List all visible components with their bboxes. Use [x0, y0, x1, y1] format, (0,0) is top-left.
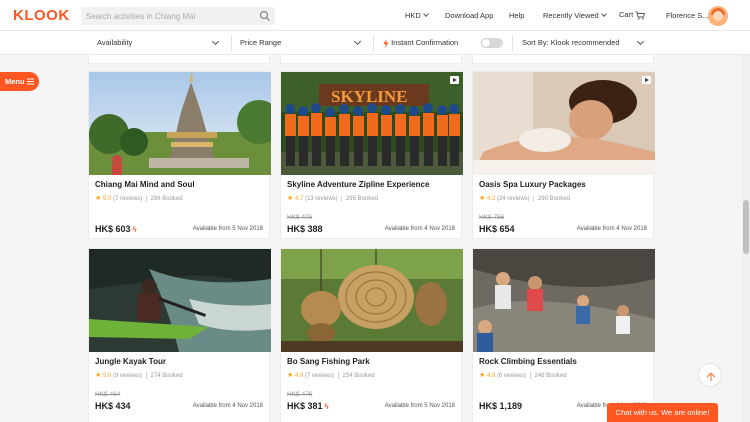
- card-availability: Available from 4 Nov 2018: [576, 226, 647, 232]
- activity-card[interactable]: Rock Climbing Essentials ★ 4.8 (6 review…: [472, 248, 655, 422]
- activity-photo[interactable]: [473, 249, 655, 352]
- lightning-icon: ϟ: [132, 225, 137, 234]
- card-availability: Available from 5 Nov 2018: [384, 403, 455, 409]
- star-icon: ★: [95, 195, 102, 202]
- card-title[interactable]: Chiang Mai Mind and Soul: [95, 180, 195, 189]
- card-title[interactable]: Bo Sang Fishing Park: [287, 357, 370, 366]
- card-remnant: [472, 55, 654, 64]
- recently-viewed-menu[interactable]: Recently Viewed: [543, 11, 607, 20]
- chevron-down-icon: [211, 37, 220, 46]
- help-link[interactable]: Help: [509, 11, 524, 20]
- card-remnant: [88, 55, 270, 64]
- card-title[interactable]: Jungle Kayak Tour: [95, 357, 166, 366]
- activity-card[interactable]: Jungle Kayak Tour ★ 5.0 (9 reviews) | 27…: [88, 248, 271, 422]
- activity-card[interactable]: Oasis Spa Luxury Packages ★ 4.2 (24 revi…: [472, 71, 655, 239]
- user-name[interactable]: Florence S...: [666, 11, 709, 20]
- video-icon: [450, 76, 459, 84]
- divider: [231, 35, 232, 51]
- activity-card[interactable]: Chiang Mai Mind and Soul ★ 5.0 (7 review…: [88, 71, 271, 239]
- live-chat-button[interactable]: Chat with us. We are online!: [607, 403, 718, 422]
- card-remnant: [280, 55, 462, 64]
- activity-photo[interactable]: SKYLINE: [281, 72, 463, 175]
- top-header: KLOOK HKD Download App Help Recently Vie…: [0, 0, 750, 31]
- card-old-price: HK$ 476: [287, 391, 313, 398]
- card-price: HK$ 654: [479, 224, 515, 234]
- card-price: HK$ 603 ϟ: [95, 224, 137, 234]
- card-rating: ★ 5.0 (7 reviews) | 296 Booked: [95, 195, 183, 202]
- search-input[interactable]: [81, 7, 251, 25]
- card-rating: ★ 5.0 (9 reviews) | 274 Booked: [95, 372, 183, 379]
- cart-link[interactable]: Cart: [619, 10, 646, 20]
- price-range-filter[interactable]: Price Range: [240, 31, 364, 55]
- filter-bar: Availability Price Range Instant Confirm…: [0, 31, 750, 55]
- card-availability: Available from 5 Nov 2018: [192, 226, 263, 232]
- sort-dropdown[interactable]: Sort By: Klook recommended: [522, 31, 647, 55]
- activity-photo[interactable]: [281, 249, 463, 352]
- currency-selector[interactable]: HKD: [405, 11, 429, 20]
- lightning-icon: [383, 38, 389, 48]
- card-old-price: HK$ 476: [287, 214, 313, 221]
- klook-logo[interactable]: KLOOK: [13, 7, 70, 24]
- chevron-down-icon: [353, 37, 362, 46]
- star-icon: ★: [95, 372, 102, 379]
- page-scrollbar[interactable]: [742, 55, 750, 422]
- activity-photo[interactable]: [89, 249, 271, 352]
- card-availability: Available from 4 Nov 2018: [384, 226, 455, 232]
- cart-icon: [635, 11, 646, 20]
- card-rating: ★ 4.7 (13 reviews) | 295 Booked: [287, 195, 378, 202]
- divider: [512, 35, 513, 51]
- scroll-to-top-button[interactable]: [698, 363, 722, 387]
- card-price: HK$ 388: [287, 224, 323, 234]
- search-box[interactable]: [81, 7, 275, 25]
- card-title[interactable]: Skyline Adventure Zipline Experience: [287, 180, 429, 189]
- scrollbar-thumb[interactable]: [743, 200, 749, 254]
- arrow-up-icon: [706, 372, 716, 381]
- card-rating: ★ 4.8 (6 reviews) | 248 Booked: [479, 372, 567, 379]
- svg-text:SKYLINE: SKYLINE: [331, 87, 408, 106]
- card-old-price: HK$ 756: [479, 214, 505, 221]
- avatar[interactable]: [708, 6, 728, 26]
- instant-confirmation-label: Instant Confirmation: [383, 31, 458, 55]
- card-price: HK$ 381 ϟ: [287, 401, 329, 411]
- video-icon: [642, 76, 651, 84]
- availability-filter[interactable]: Availability: [97, 31, 222, 55]
- star-icon: ★: [479, 372, 486, 379]
- card-availability: Available from 4 Nov 2018: [192, 403, 263, 409]
- chevron-down-icon: [423, 11, 429, 17]
- chevron-down-icon: [600, 11, 607, 17]
- card-price: HK$ 434: [95, 401, 131, 411]
- search-icon[interactable]: [259, 10, 271, 22]
- activity-photo[interactable]: [473, 72, 655, 175]
- card-rating: ★ 4.2 (24 reviews) | 290 Booked: [479, 195, 570, 202]
- card-rating: ★ 4.9 (7 reviews) | 254 Booked: [287, 372, 375, 379]
- activity-photo[interactable]: [89, 72, 271, 175]
- divider: [373, 35, 374, 51]
- activity-card[interactable]: Bo Sang Fishing Park ★ 4.9 (7 reviews) |…: [280, 248, 463, 422]
- download-app-link[interactable]: Download App: [445, 11, 493, 20]
- activity-card[interactable]: SKYLINE Skyline Adventure Zipline Experi…: [280, 71, 463, 239]
- card-title[interactable]: Oasis Spa Luxury Packages: [479, 180, 586, 189]
- list-icon: [27, 78, 34, 85]
- card-price: HK$ 1,189: [479, 401, 523, 411]
- star-icon: ★: [287, 195, 294, 202]
- star-icon: ★: [287, 372, 294, 379]
- card-title[interactable]: Rock Climbing Essentials: [479, 357, 577, 366]
- star-icon: ★: [479, 195, 486, 202]
- lightning-icon: ϟ: [324, 402, 329, 411]
- instant-confirmation-toggle[interactable]: [481, 38, 503, 48]
- chevron-down-icon: [636, 37, 645, 46]
- menu-button[interactable]: Menu: [0, 72, 39, 91]
- card-old-price: HK$ 464: [95, 391, 121, 398]
